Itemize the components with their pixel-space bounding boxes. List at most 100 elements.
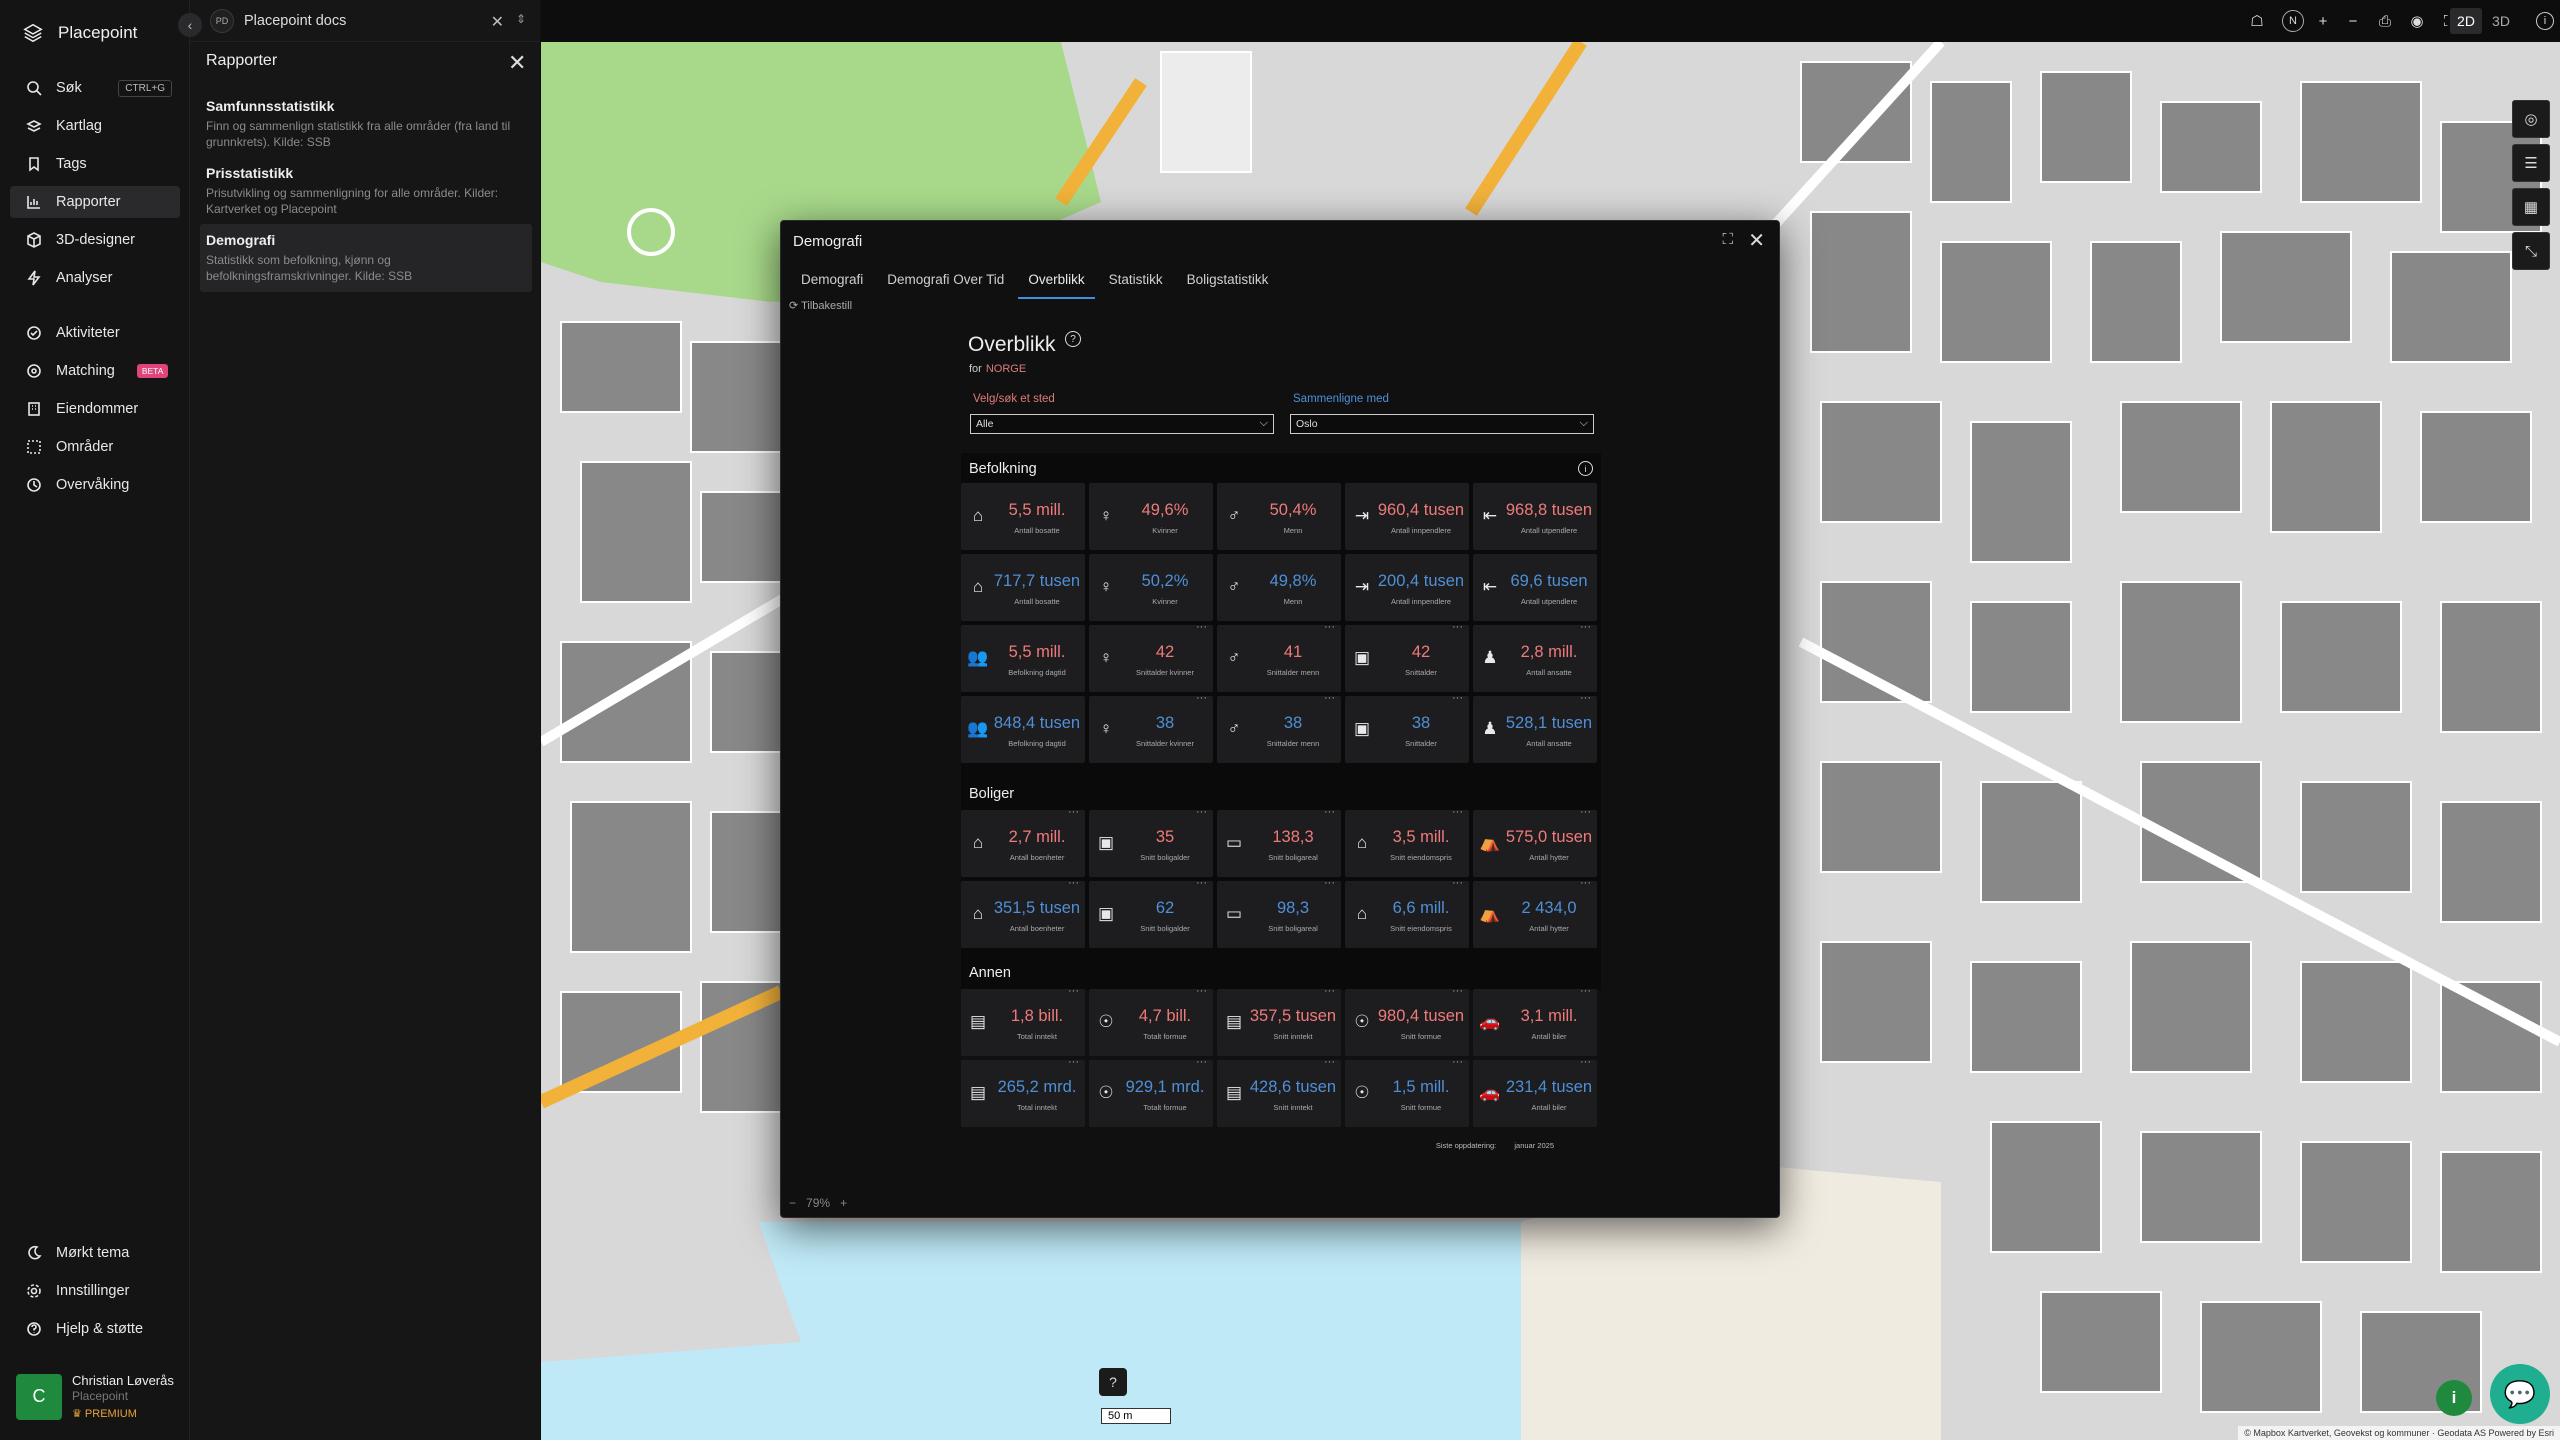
compare-select[interactable]: Oslo ⌵ <box>1290 414 1594 434</box>
tab-overblikk[interactable]: Overblikk <box>1018 266 1095 299</box>
more-options-icon[interactable]: ··· <box>1196 985 1207 997</box>
stat-card[interactable]: ♂ 41 Snittalder menn ··· <box>1217 621 1341 692</box>
eye-icon[interactable]: ◉ <box>2406 10 2428 32</box>
user-location-icon[interactable]: ☖ <box>2246 10 2268 32</box>
mode-2d-button[interactable]: 2D <box>2450 8 2482 34</box>
stat-card[interactable]: ☉ 929,1 mrd. Totalt formue ··· <box>1089 1056 1213 1127</box>
zoom-in-icon[interactable]: + <box>2312 10 2334 32</box>
stat-card[interactable]: 🚗 231,4 tusen Antall biler ··· <box>1473 1056 1597 1127</box>
stat-card[interactable]: ⇥ 200,4 tusen Antall innpendlere <box>1345 554 1469 621</box>
stat-card[interactable]: ♂ 38 Snittalder menn ··· <box>1217 692 1341 763</box>
stat-card[interactable]: ▤ 1,8 bill. Total inntekt ··· <box>961 985 1085 1056</box>
stat-card[interactable]: ▭ 138,3 Snitt boligareal ··· <box>1217 806 1341 877</box>
stat-card[interactable]: ♟ 2,8 mill. Antall ansatte ··· <box>1473 621 1597 692</box>
stat-card[interactable]: ▤ 265,2 mrd. Total inntekt ··· <box>961 1056 1085 1127</box>
nav-item-analyser[interactable]: Analyser <box>10 262 180 294</box>
more-options-icon[interactable]: ··· <box>1068 1056 1079 1068</box>
stat-card[interactable]: ☉ 4,7 bill. Totalt formue ··· <box>1089 985 1213 1056</box>
section-info-icon[interactable]: i <box>1578 461 1593 476</box>
nav-item-aktiviteter[interactable]: Aktiviteter <box>10 317 180 349</box>
zoom-out-button[interactable]: − <box>789 1196 796 1210</box>
nav-item-tags[interactable]: Tags <box>10 148 180 180</box>
panel-close-icon[interactable]: ✕ <box>508 50 526 76</box>
more-options-icon[interactable]: ··· <box>1068 877 1079 889</box>
more-options-icon[interactable]: ··· <box>1580 621 1591 633</box>
doc-title[interactable]: Placepoint docs <box>244 13 346 29</box>
stat-card[interactable]: ▣ 35 Snitt boligalder ··· <box>1089 806 1213 877</box>
compass-icon[interactable]: N <box>2282 10 2304 32</box>
more-options-icon[interactable]: ··· <box>1196 1056 1207 1068</box>
more-options-icon[interactable]: ··· <box>1452 621 1463 633</box>
nav-item-overvaking[interactable]: Overvåking <box>10 469 180 501</box>
stat-card[interactable]: ▣ 62 Snitt boligalder ··· <box>1089 877 1213 948</box>
stat-card[interactable]: ♀ 49,6% Kvinner <box>1089 483 1213 550</box>
stat-card[interactable]: 👥 5,5 mill. Befolkning dagtid <box>961 625 1085 692</box>
more-options-icon[interactable]: ··· <box>1452 1056 1463 1068</box>
more-options-icon[interactable]: ··· <box>1580 877 1591 889</box>
zoom-out-icon[interactable]: − <box>2342 10 2364 32</box>
more-options-icon[interactable]: ··· <box>1580 1056 1591 1068</box>
maximize-icon[interactable]: ⛶ <box>1722 231 1733 248</box>
report-prisstatistikk[interactable]: Prisstatistikk Prisutvikling og sammenli… <box>200 157 532 225</box>
chart-toggle-icon[interactable]: ▦ <box>2512 188 2550 226</box>
stat-card[interactable]: ☉ 980,4 tusen Snitt formue ··· <box>1345 985 1469 1056</box>
modal-close-icon[interactable]: ✕ <box>1748 228 1765 253</box>
more-options-icon[interactable]: ··· <box>1580 985 1591 997</box>
more-options-icon[interactable]: ··· <box>1452 985 1463 997</box>
chevron-updown-icon[interactable]: ⇕ <box>516 12 526 26</box>
tab-statistikk[interactable]: Statistikk <box>1099 266 1173 299</box>
more-options-icon[interactable]: ··· <box>1324 692 1335 704</box>
nav-item-sok[interactable]: Søk CTRL+G <box>10 72 180 104</box>
more-options-icon[interactable]: ··· <box>1196 806 1207 818</box>
collapse-sidebar-button[interactable]: ‹ <box>178 13 202 37</box>
close-icon[interactable]: ✕ <box>491 12 504 32</box>
more-options-icon[interactable]: ··· <box>1324 621 1335 633</box>
stat-card[interactable]: ♟ 528,1 tusen Antall ansatte ··· <box>1473 692 1597 763</box>
brand[interactable]: Placepoint <box>22 18 137 48</box>
more-options-icon[interactable]: ··· <box>1324 877 1335 889</box>
stat-card[interactable]: ♂ 49,8% Menn <box>1217 554 1341 621</box>
stat-card[interactable]: ⌂ 3,5 mill. Snitt eiendomspris ··· <box>1345 806 1469 877</box>
map-style-icon[interactable]: ◎ <box>2512 100 2550 138</box>
user-profile[interactable]: C Christian Løverås Placepoint ♛ PREMIUM <box>16 1373 174 1420</box>
stat-card[interactable]: ▤ 357,5 tusen Snitt inntekt ··· <box>1217 985 1341 1056</box>
more-options-icon[interactable]: ··· <box>1452 692 1463 704</box>
stat-card[interactable]: ⇤ 69,6 tusen Antall utpendlere <box>1473 554 1597 621</box>
stat-card[interactable]: ⛺ 575,0 tusen Antall hytter ··· <box>1473 806 1597 877</box>
more-options-icon[interactable]: ··· <box>1452 806 1463 818</box>
nav-item-3d-designer[interactable]: 3D-designer <box>10 224 180 256</box>
tab-boligstatistikk[interactable]: Boligstatistikk <box>1177 266 1279 299</box>
stat-card[interactable]: ⌂ 2,7 mill. Antall boenheter ··· <box>961 806 1085 877</box>
stat-card[interactable]: ♀ 42 Snittalder kvinner ··· <box>1089 621 1213 692</box>
nav-item-help[interactable]: Hjelp & støtte <box>10 1313 180 1345</box>
nav-item-eiendommer[interactable]: Eiendommer <box>10 393 180 425</box>
stat-card[interactable]: ▣ 42 Snittalder ··· <box>1345 621 1469 692</box>
more-options-icon[interactable]: ··· <box>1068 806 1079 818</box>
stat-card[interactable]: ♀ 38 Snittalder kvinner ··· <box>1089 692 1213 763</box>
more-options-icon[interactable]: ··· <box>1196 621 1207 633</box>
stat-card[interactable]: ⌂ 5,5 mill. Antall bosatte <box>961 483 1085 550</box>
zoom-in-button[interactable]: + <box>840 1196 847 1210</box>
more-options-icon[interactable]: ··· <box>1580 806 1591 818</box>
chat-button[interactable]: 💬 <box>2490 1364 2550 1424</box>
nav-item-omrader[interactable]: Områder <box>10 431 180 463</box>
map-help-icon[interactable]: ? <box>1099 1368 1127 1396</box>
stat-card[interactable]: ⌂ 717,7 tusen Antall bosatte <box>961 554 1085 621</box>
report-samfunnsstatistikk[interactable]: Samfunnsstatistikk Finn og sammenlign st… <box>200 90 532 158</box>
mode-3d-button[interactable]: 3D <box>2486 8 2516 34</box>
stat-card[interactable]: ▭ 98,3 Snitt boligareal ··· <box>1217 877 1341 948</box>
tab-demografi-over-tid[interactable]: Demografi Over Tid <box>877 266 1014 299</box>
help-icon[interactable]: ? <box>1065 331 1081 347</box>
nav-item-matching[interactable]: Matching BETA <box>10 355 180 387</box>
reset-button[interactable]: ⟳ Tilbakestill <box>789 299 852 312</box>
more-options-icon[interactable]: ··· <box>1324 985 1335 997</box>
stat-card[interactable]: ⇥ 960,4 tusen Antall innpendlere <box>1345 483 1469 550</box>
nav-item-kartlag[interactable]: Kartlag <box>10 110 180 142</box>
nav-item-settings[interactable]: Innstillinger <box>10 1275 180 1307</box>
info-icon[interactable]: i <box>2536 12 2554 30</box>
stat-card[interactable]: ☉ 1,5 mill. Snitt formue ··· <box>1345 1056 1469 1127</box>
measure-icon[interactable]: ⤡ <box>2512 232 2550 270</box>
print-icon[interactable]: ⎙ <box>2374 10 2396 32</box>
more-options-icon[interactable]: ··· <box>1452 877 1463 889</box>
stat-card[interactable]: 🚗 3,1 mill. Antall biler ··· <box>1473 985 1597 1056</box>
